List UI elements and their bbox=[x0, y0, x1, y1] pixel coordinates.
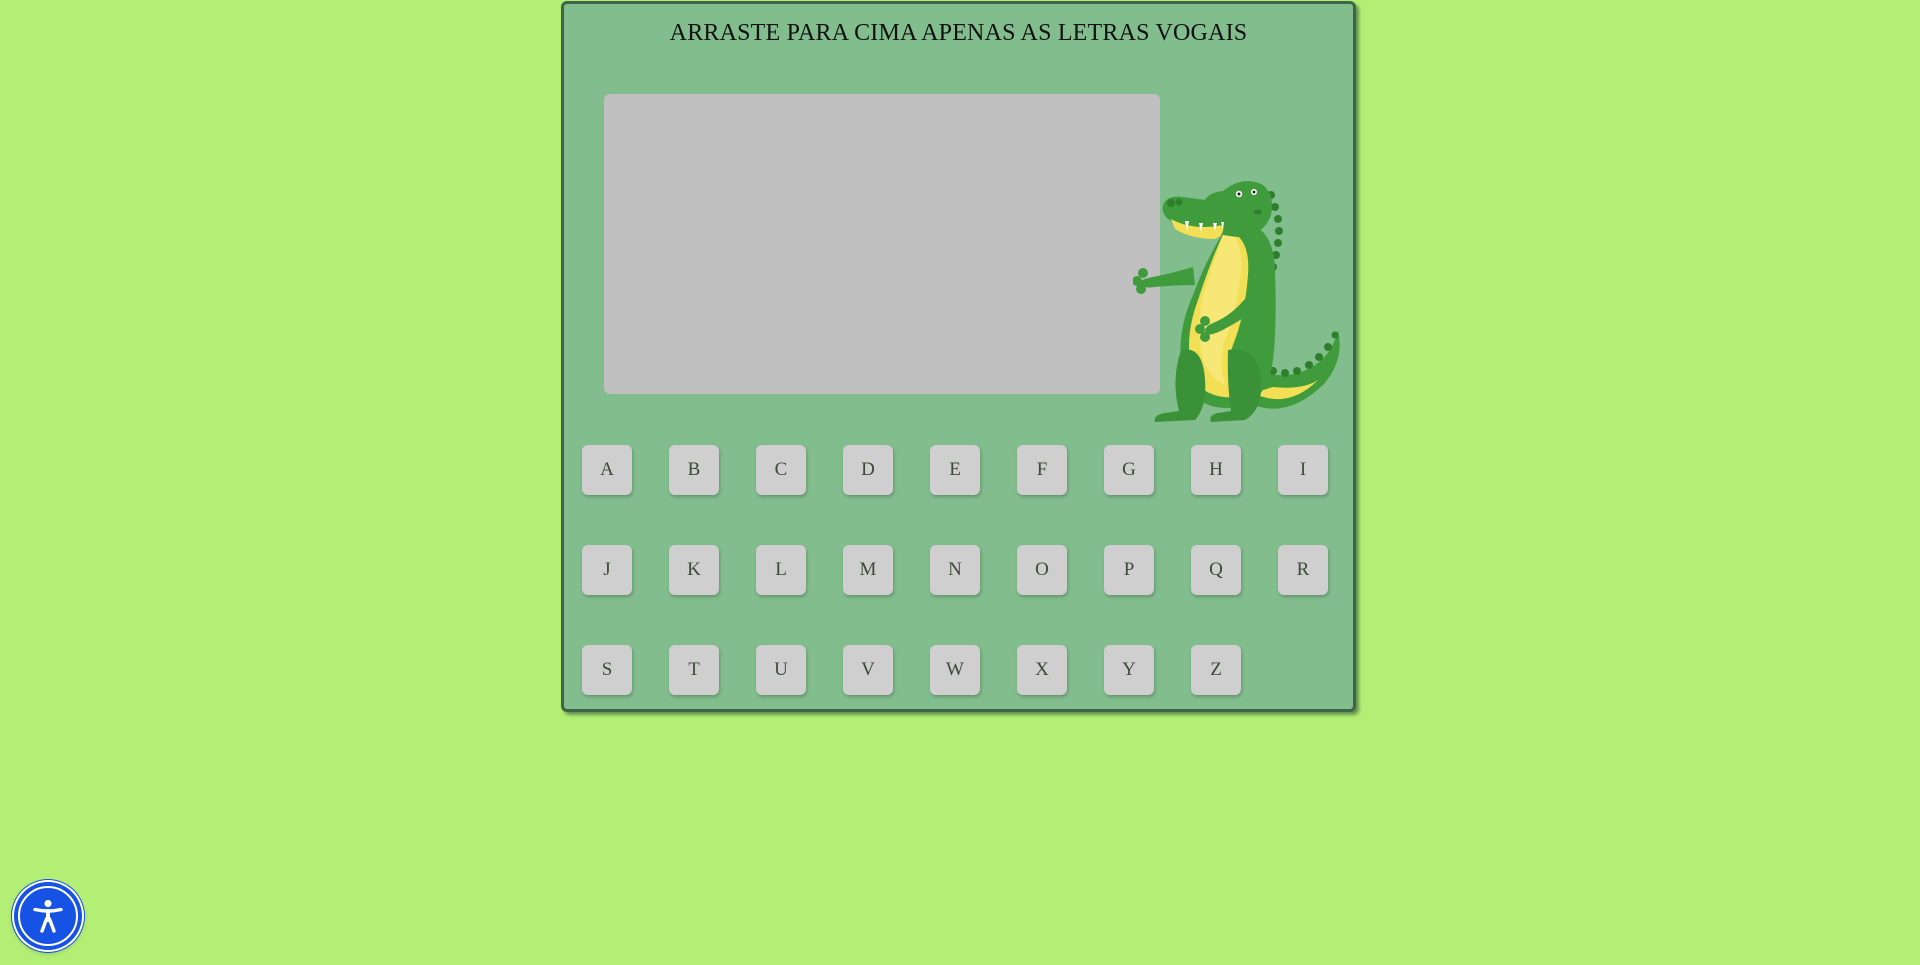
letter-tile-d[interactable]: D bbox=[843, 445, 893, 495]
letter-tile-w[interactable]: W bbox=[930, 645, 980, 695]
letter-tile-e[interactable]: E bbox=[930, 445, 980, 495]
letter-tile-q[interactable]: Q bbox=[1191, 545, 1241, 595]
letter-tile-u[interactable]: U bbox=[756, 645, 806, 695]
letter-tile-x[interactable]: X bbox=[1017, 645, 1067, 695]
letter-tile-y[interactable]: Y bbox=[1104, 645, 1154, 695]
letter-tile-s[interactable]: S bbox=[582, 645, 632, 695]
accessibility-ring bbox=[18, 886, 78, 946]
letter-tile-g[interactable]: G bbox=[1104, 445, 1154, 495]
game-panel: ARRASTE PARA CIMA APENAS AS LETRAS VOGAI… bbox=[561, 1, 1356, 712]
instruction-title: ARRASTE PARA CIMA APENAS AS LETRAS VOGAI… bbox=[669, 20, 1248, 46]
letter-tile-o[interactable]: O bbox=[1017, 545, 1067, 595]
letter-tile-c[interactable]: C bbox=[756, 445, 806, 495]
letter-tile-r[interactable]: R bbox=[1278, 545, 1328, 595]
letter-tile-m[interactable]: M bbox=[843, 545, 893, 595]
letter-tile-b[interactable]: B bbox=[669, 445, 719, 495]
letter-tile-p[interactable]: P bbox=[1104, 545, 1154, 595]
letter-tile-t[interactable]: T bbox=[669, 645, 719, 695]
letter-tile-j[interactable]: J bbox=[582, 545, 632, 595]
letter-tile-n[interactable]: N bbox=[930, 545, 980, 595]
letter-tile-l[interactable]: L bbox=[756, 545, 806, 595]
letter-tile-h[interactable]: H bbox=[1191, 445, 1241, 495]
accessibility-button[interactable] bbox=[14, 882, 82, 950]
letter-tile-a[interactable]: A bbox=[582, 445, 632, 495]
vowel-drop-zone[interactable] bbox=[604, 94, 1160, 394]
letter-tile-k[interactable]: K bbox=[669, 545, 719, 595]
letter-tile-f[interactable]: F bbox=[1017, 445, 1067, 495]
letter-tile-v[interactable]: V bbox=[843, 645, 893, 695]
crocodile-mascot bbox=[1133, 181, 1340, 422]
letter-tile-z[interactable]: Z bbox=[1191, 645, 1241, 695]
letter-tile-i[interactable]: I bbox=[1278, 445, 1328, 495]
